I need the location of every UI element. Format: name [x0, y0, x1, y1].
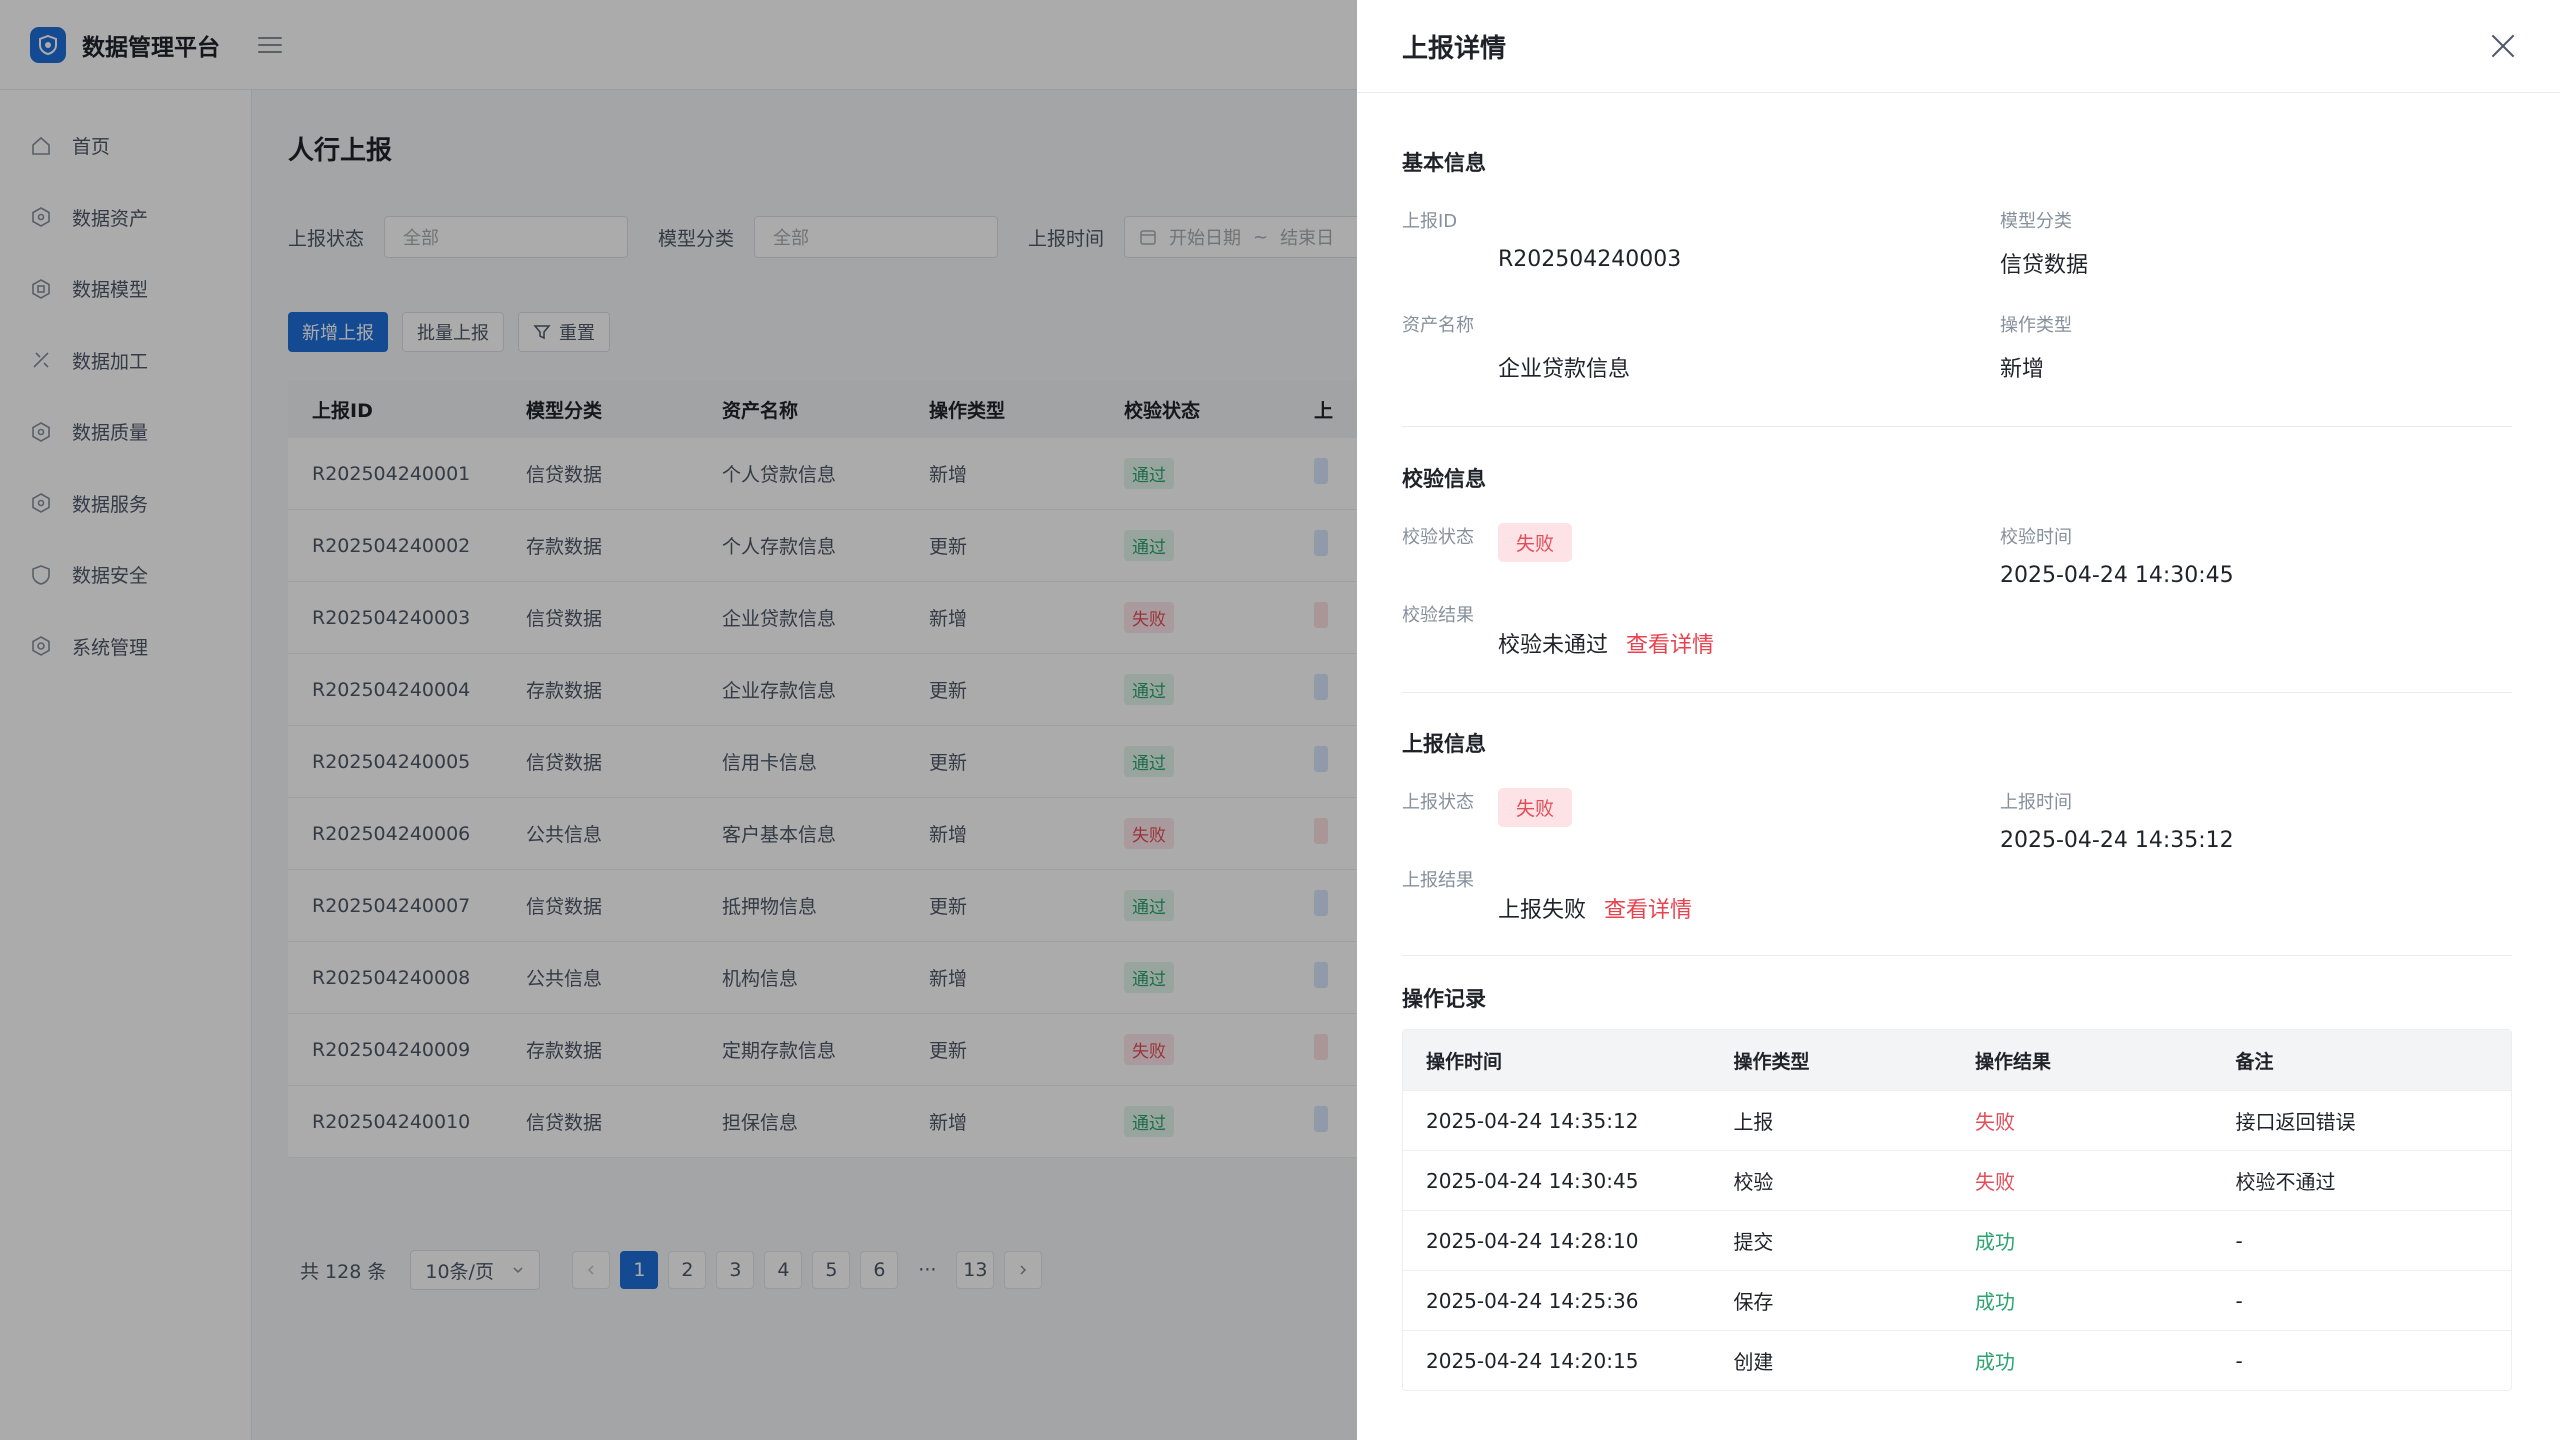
records-table-body: 2025-04-24 14:35:12 上报 失败 接口返回错误 2025-04-24 …	[1403, 1090, 2511, 1390]
check-detail-link[interactable]: 查看详情	[1626, 633, 1714, 658]
column-header: 操作时间	[1426, 1050, 1503, 1073]
check-info-title: 校验信息	[1402, 467, 1486, 491]
asset-label: 资产名称	[1402, 315, 1474, 336]
record-result: 失败	[1975, 1110, 2015, 1134]
record-time: 2025-04-24 14:35:12	[1426, 1108, 1639, 1133]
section-divider	[1402, 955, 2512, 956]
record-result: 成功	[1975, 1230, 2015, 1254]
check-result-label: 校验结果	[1402, 605, 1474, 626]
section-divider	[1402, 692, 2512, 693]
report-id-value: R202504240003	[1498, 247, 1682, 272]
report-detail-drawer: 上报详情 基本信息 上报ID R202504240003 模型分类 信贷数据 资…	[1357, 0, 2560, 1440]
record-result: 成功	[1975, 1290, 2015, 1314]
record-time: 2025-04-24 14:20:15	[1426, 1348, 1639, 1373]
records-title: 操作记录	[1402, 987, 1486, 1011]
op-type-label: 操作类型	[2000, 315, 2072, 336]
report-result: 上报失败 查看详情	[1498, 892, 1692, 924]
report-status-badge: 失败	[1498, 788, 1573, 827]
record-time: 2025-04-24 14:28:10	[1426, 1228, 1639, 1253]
record-note: 校验不通过	[2235, 1170, 2336, 1194]
record-type: 上报	[1733, 1110, 1774, 1134]
asset-value: 企业贷款信息	[1498, 357, 1631, 382]
report-status-label: 上报状态	[1402, 792, 1474, 813]
record-note: 接口返回错误	[2235, 1110, 2356, 1134]
records-table: 操作时间 操作类型 操作结果 备注 2025-04-24 14:35:12 上报失…	[1402, 1029, 2512, 1391]
record-type: 提交	[1733, 1230, 1774, 1254]
report-time-label: 上报时间	[2000, 792, 2072, 813]
record-row: 2025-04-24 14:35:12 上报 失败 接口返回错误	[1403, 1090, 2511, 1150]
drawer-header: 上报详情	[1357, 0, 2560, 93]
report-info-title: 上报信息	[1402, 732, 1486, 756]
record-result: 失败	[1975, 1170, 2015, 1194]
check-time-value: 2025-04-24 14:30:45	[2000, 563, 2234, 588]
section-divider	[1402, 426, 2512, 427]
column-header: 操作结果	[1975, 1050, 2052, 1073]
model-label: 模型分类	[2000, 211, 2072, 232]
record-row: 2025-04-24 14:25:36 保存 成功 -	[1403, 1270, 2511, 1330]
record-result: 成功	[1975, 1350, 2015, 1374]
record-row: 2025-04-24 14:20:15 创建 成功 -	[1403, 1330, 2511, 1390]
check-time-label: 校验时间	[2000, 527, 2072, 548]
check-result-value: 校验未通过	[1498, 633, 1609, 658]
check-status-badge: 失败	[1498, 523, 1573, 562]
check-status-label: 校验状态	[1402, 527, 1474, 548]
record-time: 2025-04-24 14:25:36	[1426, 1288, 1639, 1313]
records-table-header: 操作时间 操作类型 操作结果 备注	[1403, 1030, 2511, 1090]
modal-overlay[interactable]	[0, 0, 1357, 1440]
close-icon[interactable]	[2490, 33, 2516, 59]
drawer-title: 上报详情	[1402, 33, 1507, 64]
record-note: -	[2235, 1288, 2243, 1313]
column-header: 备注	[2235, 1050, 2274, 1073]
report-time-value: 2025-04-24 14:35:12	[2000, 828, 2234, 853]
model-value: 信贷数据	[2000, 253, 2089, 278]
report-detail-link[interactable]: 查看详情	[1604, 898, 1692, 923]
basic-info-title: 基本信息	[1402, 151, 1486, 175]
record-note: -	[2235, 1228, 2243, 1253]
check-result: 校验未通过 查看详情	[1498, 627, 1714, 659]
report-result-value: 上报失败	[1498, 898, 1587, 923]
record-note: -	[2235, 1348, 2243, 1373]
op-type-value: 新增	[2000, 357, 2045, 382]
record-type: 保存	[1733, 1290, 1774, 1314]
record-row: 2025-04-24 14:28:10 提交 成功 -	[1403, 1210, 2511, 1270]
record-row: 2025-04-24 14:30:45 校验 失败 校验不通过	[1403, 1150, 2511, 1210]
record-type: 校验	[1733, 1170, 1774, 1194]
report-result-label: 上报结果	[1402, 870, 1474, 891]
report-id-label: 上报ID	[1402, 211, 1458, 232]
record-type: 创建	[1733, 1350, 1774, 1374]
record-time: 2025-04-24 14:30:45	[1426, 1168, 1639, 1193]
column-header: 操作类型	[1733, 1050, 1810, 1073]
